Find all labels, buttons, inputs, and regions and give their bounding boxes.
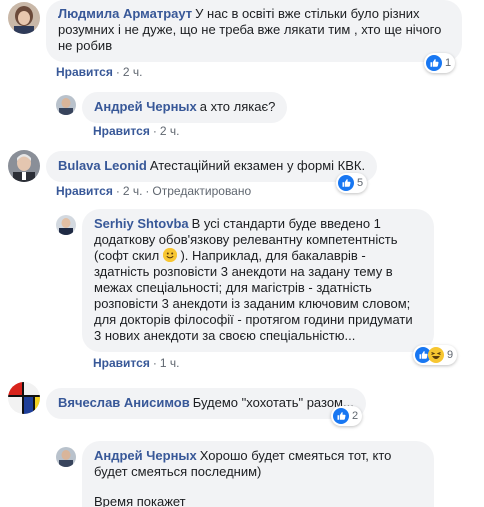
smile-emoji-icon <box>162 248 177 262</box>
reaction-counter[interactable]: 5 <box>336 173 368 193</box>
comment-timestamp[interactable]: 2 ч. <box>160 124 180 138</box>
like-button[interactable]: Нравится <box>56 184 113 198</box>
comment-author[interactable]: Вячеслав Анисимов <box>58 395 190 410</box>
comment-bubble: Людмила Арматраут У нас в освіті вже стіл… <box>46 0 462 62</box>
comment-actions: Нравится · 2 ч. · Отредактировано <box>56 184 252 198</box>
edited-label: Отредактировано <box>152 184 252 198</box>
reaction-count: 9 <box>447 349 454 361</box>
like-icon <box>338 175 354 191</box>
comment-timestamp[interactable]: 1 ч. <box>160 356 180 370</box>
comment-author[interactable]: Андрей Черных <box>94 448 197 463</box>
comment-bubble: Serhiy Shtovba В усі стандарти буде введе… <box>82 209 434 352</box>
comment-text-paragraph: Время покажет <box>94 494 186 507</box>
comment-bubble: Андрей Черных а хто лякає? <box>82 92 288 123</box>
comment-author[interactable]: Serhiy Shtovba <box>94 216 189 231</box>
avatar[interactable] <box>56 95 76 115</box>
comment-bubble: Вячеслав Анисимов Будемо "хохотать" разом… <box>46 388 366 419</box>
reaction-count: 1 <box>445 57 452 69</box>
comment-timestamp[interactable]: 2 ч. <box>123 65 143 79</box>
comment-text: Атестаційний екзамен у формі КВК. <box>149 158 366 173</box>
avatar[interactable] <box>8 382 40 414</box>
like-icon <box>333 408 349 424</box>
avatar[interactable] <box>8 2 40 34</box>
reaction-counter[interactable]: 2 <box>331 406 363 426</box>
haha-icon <box>428 347 444 363</box>
comment-author[interactable]: Bulava Leonid <box>58 158 147 173</box>
avatar[interactable] <box>8 150 40 182</box>
comment-actions: Нравится · 1 ч. <box>93 356 180 370</box>
comment-actions: Нравится · 2 ч. <box>56 65 143 79</box>
like-button[interactable]: Нравится <box>93 356 150 370</box>
like-icon <box>426 55 442 71</box>
comment-text: Будемо "хохотать" разом... <box>192 395 354 410</box>
reaction-counter[interactable]: 9 <box>413 345 458 365</box>
comment-bubble: Андрей Черных Хорошо будет смеяться тот, … <box>82 441 434 507</box>
comment-author[interactable]: Людмила Арматраут <box>58 6 192 21</box>
comment-author[interactable]: Андрей Черных <box>94 99 197 114</box>
reaction-counter[interactable]: 1 <box>424 53 456 73</box>
comment-actions: Нравится · 2 ч. <box>93 124 180 138</box>
comment-timestamp[interactable]: 2 ч. <box>123 184 143 198</box>
avatar[interactable] <box>56 215 76 235</box>
like-button[interactable]: Нравится <box>93 124 150 138</box>
like-button[interactable]: Нравится <box>56 65 113 79</box>
reaction-count: 5 <box>357 177 364 189</box>
avatar[interactable] <box>56 447 76 467</box>
comment-text: а хто лякає? <box>199 99 276 114</box>
reaction-count: 2 <box>352 410 359 422</box>
comment-bubble: Bulava Leonid Атестаційний екзамен у форм… <box>46 151 378 182</box>
